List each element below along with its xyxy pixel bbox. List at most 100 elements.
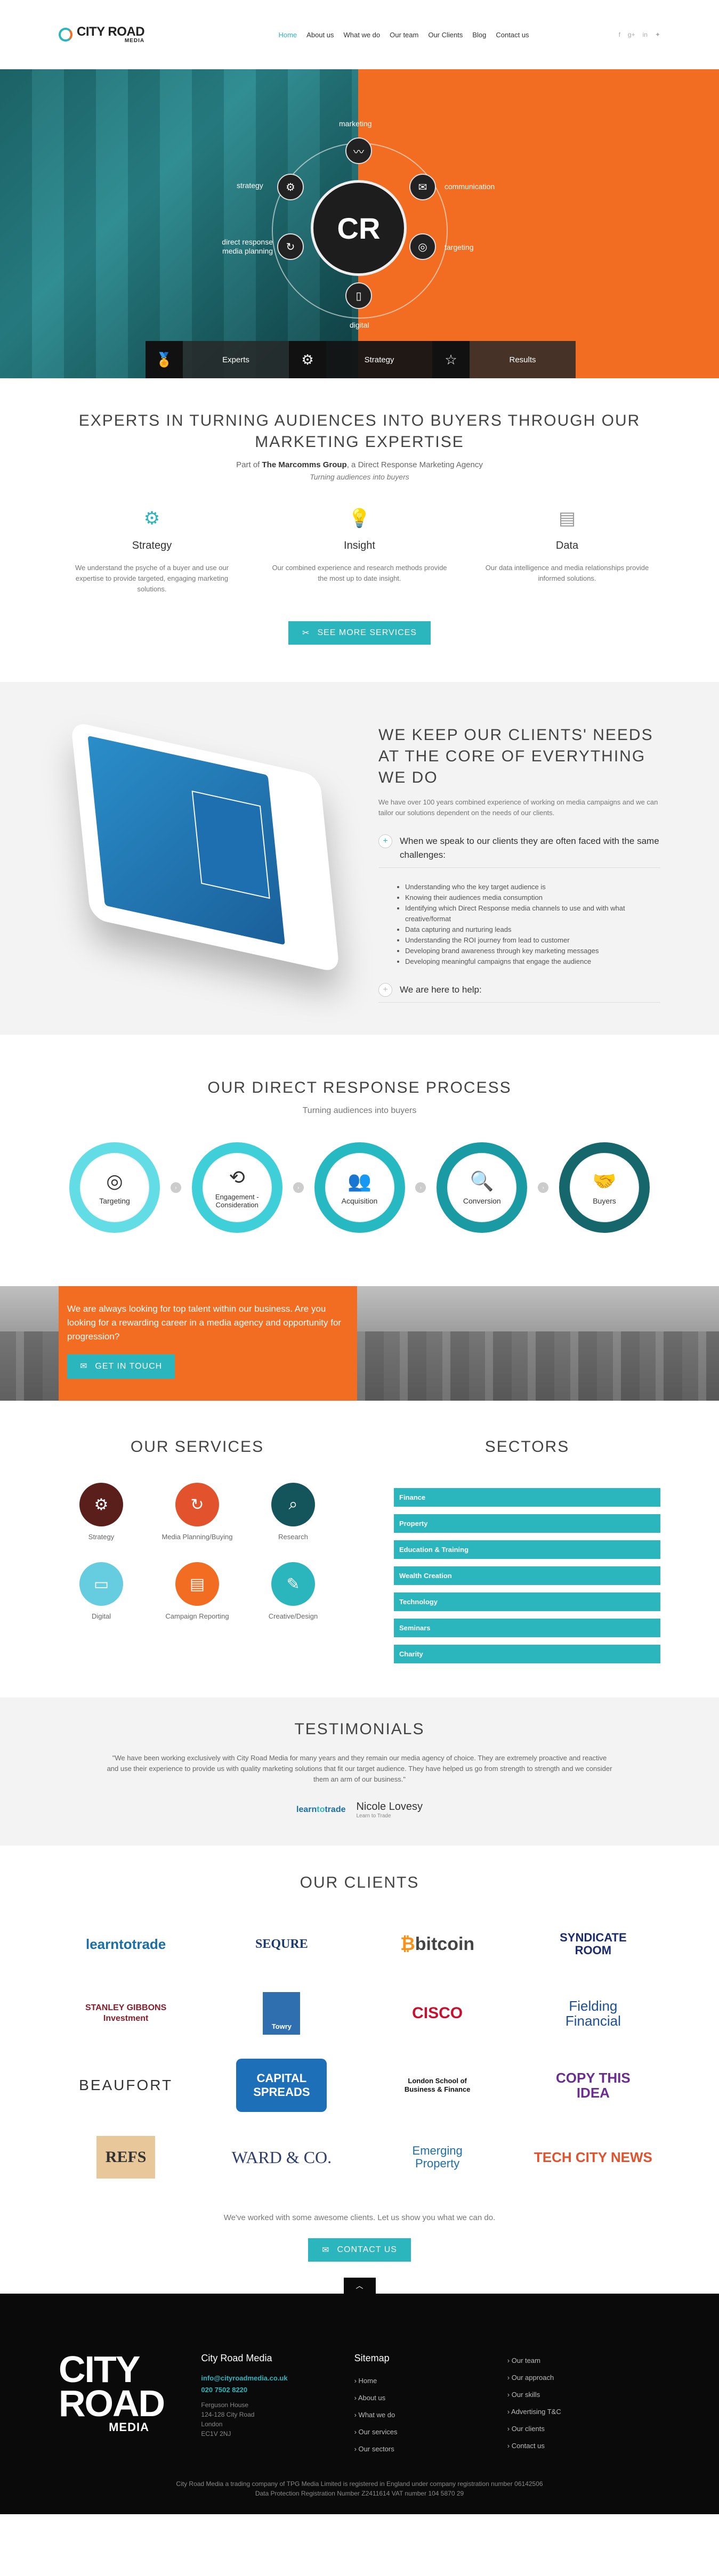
service-digital[interactable]: ▭ Digital — [59, 1562, 144, 1620]
service-media-planning[interactable]: ↻ Media Planning/Buying — [155, 1483, 240, 1541]
client-logo: COPY THIS IDEA — [556, 2070, 631, 2101]
services-block: OUR SERVICES ⚙ Strategy ↻ Media Planning… — [59, 1438, 336, 1671]
footer-link-label: Our sectors — [358, 2445, 394, 2453]
communication-icon: ✉ — [409, 174, 436, 200]
back-to-top-chevron-up-icon[interactable]: ︿ — [343, 2278, 376, 2294]
footer-link[interactable]: › Home — [354, 2372, 507, 2390]
logo-part: to — [317, 1805, 325, 1814]
footer-link[interactable]: › Our services — [354, 2424, 507, 2441]
footer-link[interactable]: › Our clients — [507, 2420, 660, 2437]
services-title: OUR SERVICES — [130, 1438, 264, 1456]
author-company: Learn to Trade — [356, 1813, 391, 1819]
sectors-list: Finance Property Education & Training We… — [394, 1488, 660, 1663]
tab-results[interactable]: ☆ Results — [432, 341, 576, 378]
logo-mark-icon — [59, 28, 72, 42]
service-campaign-reporting[interactable]: ▤ Campaign Reporting — [155, 1562, 240, 1620]
client-logo: STANLEY GIBBONS Investment — [85, 2003, 167, 2023]
footer-phone[interactable]: 020 7502 8220 — [201, 2384, 354, 2396]
targeting-icon: ◎ — [409, 233, 436, 260]
nav-blog[interactable]: Blog — [472, 31, 486, 39]
tab-experts-label: Experts — [222, 355, 249, 364]
contact-us-button[interactable]: ✉ CONTACT US — [308, 2238, 411, 2262]
footer-link[interactable]: › Our approach — [507, 2369, 660, 2386]
step-label: Buyers — [593, 1197, 616, 1205]
client-needs-text: We have over 100 years combined experien… — [378, 798, 658, 817]
nav-about[interactable]: About us — [306, 31, 334, 39]
sector-wealth-creation[interactable]: Wealth Creation — [394, 1566, 660, 1585]
twitter-icon[interactable]: ✦ — [655, 31, 660, 38]
service-creative-design[interactable]: ✎ Creative/Design — [251, 1562, 336, 1620]
facebook-icon[interactable]: f — [619, 31, 620, 38]
process-steps: ◎ Targeting › ⟲ Engagement - Consideration… — [59, 1142, 660, 1233]
footer-link[interactable]: › About us — [354, 2390, 507, 2407]
nav-what-we-do[interactable]: What we do — [344, 31, 381, 39]
data-text: Our data intelligence and media relation… — [485, 564, 649, 582]
tab-experts[interactable]: 🏅 Experts — [146, 341, 289, 378]
nav-our-clients[interactable]: Our Clients — [428, 31, 463, 39]
bitcoin-icon: ₿ — [400, 1933, 415, 1954]
client-logo: TECH CITY NEWS — [534, 2149, 652, 2165]
get-in-touch-button[interactable]: ✉ GET IN TOUCH — [67, 1354, 175, 1379]
google-plus-icon[interactable]: g+ — [628, 31, 635, 38]
footer-sitemap-title: Sitemap — [354, 2353, 390, 2363]
step-targeting: ◎ Targeting — [69, 1142, 160, 1233]
footer-link[interactable]: › Our skills — [507, 2386, 660, 2403]
accordion-help[interactable]: + We are here to help: — [378, 978, 660, 1003]
site-logo[interactable]: CITY ROAD MEDIA — [59, 26, 145, 44]
gear-icon: ⚙ — [143, 508, 160, 529]
get-in-touch-label: GET IN TOUCH — [95, 1362, 163, 1371]
experts-subtitle: Part of The Marcomms Group, a Direct Res… — [64, 460, 655, 469]
sector-technology[interactable]: Technology — [394, 1592, 660, 1611]
list-item: Understanding the ROI journey from lead … — [405, 935, 660, 946]
footer-email-link[interactable]: info@cityroadmedia.co.uk — [201, 2372, 354, 2384]
legal-line: Data Protection Registration Number Z241… — [255, 2490, 464, 2497]
list-item: Developing brand awareness through key m… — [405, 946, 660, 956]
see-more-services-button[interactable]: ✂ SEE MORE SERVICES — [288, 621, 431, 645]
accordion-challenges[interactable]: + When we speak to our clients they are … — [378, 829, 660, 868]
sector-education[interactable]: Education & Training — [394, 1540, 660, 1559]
refresh-icon: ↻ — [277, 233, 304, 260]
strategy-title: Strategy — [132, 540, 172, 551]
challenges-list: Understanding who the key target audienc… — [405, 882, 660, 967]
footer-link[interactable]: › Contact us — [507, 2437, 660, 2455]
footer-address: Ferguson House 124-128 City Road London … — [201, 2400, 354, 2439]
sector-finance[interactable]: Finance — [394, 1488, 660, 1507]
nav-our-team[interactable]: Our team — [390, 31, 418, 39]
list-item: Identifying which Direct Response media … — [405, 903, 660, 924]
linkedin-icon[interactable]: in — [643, 31, 648, 38]
tab-strategy[interactable]: ⚙ Strategy — [289, 341, 432, 378]
chevron-right-icon: › — [538, 1182, 549, 1193]
tablet-form-panel — [191, 790, 270, 899]
tablet-screen — [87, 735, 285, 945]
footer-link[interactable]: › Our team — [507, 2352, 660, 2369]
client-logo: CAPITAL SPREADS — [236, 2059, 327, 2112]
footer-link-label: Our services — [358, 2428, 398, 2436]
testimonials-title: TESTIMONIALS — [294, 1720, 425, 1738]
sector-seminars[interactable]: Seminars — [394, 1619, 660, 1637]
sector-property[interactable]: Property — [394, 1514, 660, 1533]
footer-link-label: Our team — [511, 2356, 540, 2364]
service-research[interactable]: ⌕ Research — [251, 1483, 336, 1541]
services-grid: ⚙ Strategy ↻ Media Planning/Buying ⌕ Res… — [59, 1483, 336, 1620]
sector-charity[interactable]: Charity — [394, 1645, 660, 1663]
service-strategy[interactable]: ⚙ Strategy — [59, 1483, 144, 1541]
service-label: Research — [278, 1533, 308, 1541]
hero-label-targeting: targeting — [445, 243, 474, 251]
tablet-device — [70, 721, 340, 973]
client-logo: London School of Business & Finance — [404, 2077, 471, 2093]
process-title: OUR DIRECT RESPONSE PROCESS — [207, 1079, 512, 1096]
nav-home[interactable]: Home — [278, 31, 297, 39]
site-footer: ︿ CITY ROAD MEDIA City Road Media info@c… — [0, 2278, 719, 2514]
client-logo: Fielding Financial — [565, 1998, 621, 2029]
footer-links-extra: › Our team › Our approach › Our skills ›… — [507, 2352, 660, 2458]
plus-icon: + — [378, 983, 392, 997]
footer-link[interactable]: › Advertising T&C — [507, 2403, 660, 2420]
service-label: Strategy — [88, 1533, 115, 1541]
footer-link[interactable]: › What we do — [354, 2407, 507, 2424]
footer-link[interactable]: › Our sectors — [354, 2441, 507, 2458]
sectors-block: SECTORS Finance Property Education & Tra… — [394, 1438, 660, 1671]
nav-contact[interactable]: Contact us — [496, 31, 529, 39]
chevron-right-icon: › — [293, 1182, 304, 1193]
list-item: Data capturing and nurturing leads — [405, 924, 660, 935]
tools-icon: ✂ — [302, 629, 310, 638]
